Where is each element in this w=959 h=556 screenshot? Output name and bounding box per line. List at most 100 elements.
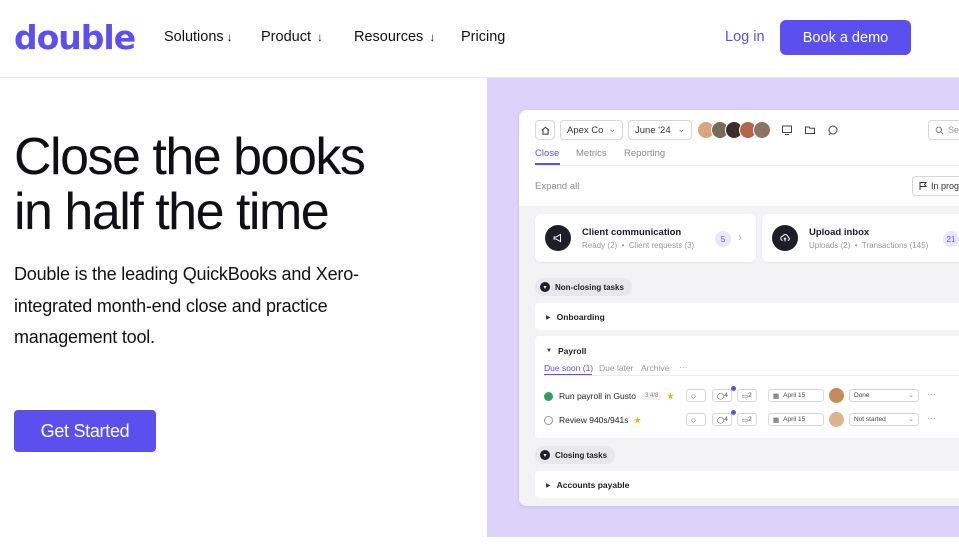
home-icon[interactable]: [535, 120, 555, 140]
files-chip[interactable]: ▭ 2: [737, 389, 757, 402]
nav-pricing-label: Pricing: [461, 29, 506, 45]
task-row[interactable]: Review 940s/941s ★: [544, 412, 642, 428]
chevron-down-icon: ⌄: [677, 124, 685, 134]
get-started-button[interactable]: Get Started: [14, 410, 156, 452]
calendar-icon: ▦: [773, 392, 780, 400]
nav-product[interactable]: Product ↓: [261, 29, 341, 45]
star-icon[interactable]: ★: [666, 391, 674, 402]
task-name: Review 940s/941s: [559, 415, 629, 425]
arrow-down-icon: ↓: [226, 30, 233, 44]
accounts-payable-section[interactable]: ▶ Accounts payable: [535, 471, 959, 498]
closing-tasks-group[interactable]: ▾ Closing tasks: [535, 446, 616, 464]
non-closing-tasks-group[interactable]: ▾ Non-closing tasks: [535, 278, 632, 296]
team-avatars[interactable]: [697, 121, 771, 139]
star-icon[interactable]: ★: [633, 415, 641, 426]
hero-subtitle: Double is the leading QuickBooks and Xer…: [14, 264, 359, 347]
chevron-down-icon: ▾: [540, 450, 550, 460]
expand-all-link[interactable]: Expand all: [535, 181, 579, 192]
assignee-avatar[interactable]: [829, 388, 844, 403]
search-input[interactable]: Se: [928, 120, 959, 140]
divider: [544, 375, 959, 376]
due-date-select[interactable]: ▦ April 15: [768, 389, 824, 402]
file-count: 2: [748, 416, 752, 423]
megaphone-icon: [545, 225, 571, 251]
unread-dot: [731, 386, 736, 391]
nav-pricing[interactable]: Pricing: [461, 29, 541, 45]
app-toolbar: Apex Co ⌄ June '24 ⌄ Se: [519, 110, 959, 150]
flag-icon: [919, 182, 927, 190]
nav-product-label: Product: [261, 29, 311, 45]
chevron-down-icon: ▾: [540, 282, 550, 292]
task-row[interactable]: Run payroll in Gusto 3 4/8 ★: [544, 388, 674, 404]
assignee-avatar[interactable]: [829, 412, 844, 427]
empty-circle-icon[interactable]: [544, 415, 553, 425]
avatar: [753, 121, 771, 139]
file-count: 2: [748, 392, 752, 399]
status-select[interactable]: Done ⌄: [849, 389, 919, 402]
month-select[interactable]: June '24 ⌄: [628, 120, 692, 140]
card-meta: Ready (2) • Client requests (3): [582, 241, 695, 250]
login-link[interactable]: Log in: [725, 29, 765, 45]
top-navbar: double Solutions ↓ Product ↓ Resources ↓ Pr…: [0, 0, 959, 78]
comment-count: 4: [724, 416, 728, 423]
tag-icon[interactable]: ◇: [686, 389, 706, 402]
chevron-down-icon: ⌄: [908, 392, 914, 399]
subtab-due-later[interactable]: Due later: [599, 363, 634, 373]
card-meta-uploads: Uploads (2): [809, 241, 851, 250]
due-date-value: April 15: [783, 392, 806, 399]
book-demo-button[interactable]: Book a demo: [780, 20, 911, 55]
card-meta-requests: Client requests (3): [628, 241, 695, 250]
due-date-select[interactable]: ▦ April 15: [768, 413, 824, 426]
comment-count: 4: [724, 392, 728, 399]
check-circle-icon[interactable]: [544, 391, 553, 401]
monitor-icon[interactable]: [781, 124, 793, 136]
search-icon: [935, 126, 944, 134]
section-title: ▶ Onboarding: [546, 312, 605, 322]
comments-chip[interactable]: ◯ 4: [712, 389, 732, 402]
folder-icon[interactable]: [804, 124, 816, 136]
hero-title-line-2: in half the time: [14, 183, 330, 241]
comments-chip[interactable]: ◯ 4: [712, 413, 732, 426]
tab-reporting[interactable]: Reporting: [624, 148, 665, 159]
card-meta: Uploads (2) • Transactions (145): [809, 241, 929, 250]
arrow-down-icon: ↓: [316, 30, 323, 44]
chevron-down-icon: ⌄: [908, 416, 914, 423]
card-title: Upload inbox: [809, 227, 870, 238]
files-chip[interactable]: ▭ 2: [737, 413, 757, 426]
card-title: Client communication: [582, 227, 682, 238]
chevron-down-icon: ⌄: [608, 124, 616, 134]
upload-cloud-icon: [772, 225, 798, 251]
product-preview-window: Apex Co ⌄ June '24 ⌄ Se Close Metrics Repo…: [519, 110, 959, 506]
upload-inbox-card[interactable]: Upload inbox Uploads (2) • Transactions …: [762, 214, 959, 262]
section-title[interactable]: ▼ Payroll: [546, 346, 586, 356]
card-meta-transactions: Transactions (145): [861, 241, 929, 250]
onboarding-section[interactable]: ▶ Onboarding: [535, 303, 959, 330]
subtask-count: 3 4/8: [642, 392, 662, 400]
unread-dot: [731, 410, 736, 415]
divider: [535, 165, 959, 166]
tab-metrics[interactable]: Metrics: [576, 148, 607, 159]
more-options-icon[interactable]: ···: [679, 362, 688, 372]
hero-title-line-1: Close the books: [14, 128, 366, 186]
chat-icon[interactable]: [827, 124, 839, 136]
subtab-archive[interactable]: Archive: [641, 363, 669, 373]
tag-icon[interactable]: ◇: [686, 413, 706, 426]
status-select[interactable]: Not started ⌄: [849, 413, 919, 426]
status-value: Not started: [854, 416, 886, 423]
caret-right-icon: ▶: [546, 482, 551, 489]
in-progress-filter[interactable]: In prog: [912, 176, 959, 196]
subtab-due-soon[interactable]: Due soon (1): [544, 363, 593, 373]
client-select[interactable]: Apex Co ⌄: [560, 120, 623, 140]
more-icon[interactable]: ···: [927, 413, 936, 423]
due-date-value: April 15: [783, 416, 806, 423]
brand-logo[interactable]: double: [14, 18, 136, 57]
tab-close[interactable]: Close: [535, 148, 559, 159]
client-communication-card[interactable]: Client communication Ready (2) • Client …: [535, 214, 756, 262]
nav-solutions[interactable]: Solutions ↓: [164, 29, 233, 45]
more-icon[interactable]: ···: [927, 389, 936, 399]
task-name: Run payroll in Gusto: [559, 391, 637, 401]
chevron-right-icon: ›: [738, 230, 742, 244]
nav-solutions-label: Solutions: [164, 29, 224, 45]
nav-resources[interactable]: Resources ↓: [354, 29, 454, 45]
section-title: ▶ Accounts payable: [546, 480, 629, 490]
